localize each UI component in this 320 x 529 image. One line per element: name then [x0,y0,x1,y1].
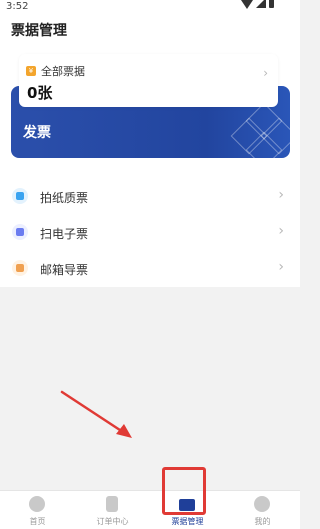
nav-label: 首页 [29,517,46,526]
menu-item-label: 拍纸质票 [40,191,89,205]
menu-item-label: 邮箱导票 [40,263,89,277]
signal-icon [256,0,266,8]
profile-icon [254,496,270,512]
status-bar: 3:52 [0,0,300,14]
bottom-nav: 首页 订单中心 票据管理 我的 [0,490,300,529]
invoice-icon: ¥ [26,66,36,76]
chevron-right-icon: › [278,223,284,239]
invoice-import-menu: 拍纸质票 › 扫电子票 › 邮箱导票 › [0,179,300,287]
status-time: 3:52 [6,1,29,12]
banner-label: 发票 [23,125,51,141]
menu-item-label: 扫电子票 [40,227,89,241]
home-icon [29,496,45,512]
nav-label: 票据管理 [171,517,204,526]
scan-icon [12,224,28,240]
battery-icon [269,0,274,8]
all-invoices-label: 全部票据 [41,65,85,78]
nav-mine[interactable]: 我的 [225,491,300,529]
all-invoices-card[interactable]: ¥ 全部票据 0张 › [19,54,278,107]
camera-icon [12,188,28,204]
menu-item-photo-paper-invoice[interactable]: 拍纸质票 › [0,179,300,215]
chevron-right-icon: › [278,259,284,275]
menu-item-email-import[interactable]: 邮箱导票 › [0,251,300,287]
nav-label: 订单中心 [96,517,129,526]
chevron-right-icon: › [263,66,268,80]
nav-label: 我的 [254,517,271,526]
status-icons [241,0,274,9]
annotation-arrow [60,390,132,438]
nav-home[interactable]: 首页 [0,491,75,529]
chevron-right-icon: › [278,187,284,203]
mail-icon [12,260,28,276]
wifi-icon [241,0,253,9]
invoice-count: 0张 [27,84,53,102]
menu-item-scan-e-invoice[interactable]: 扫电子票 › [0,215,300,251]
annotation-highlight-box [162,467,206,515]
nav-orders[interactable]: 订单中心 [75,491,150,529]
page-title: 票据管理 [11,23,67,39]
order-icon [106,496,118,512]
